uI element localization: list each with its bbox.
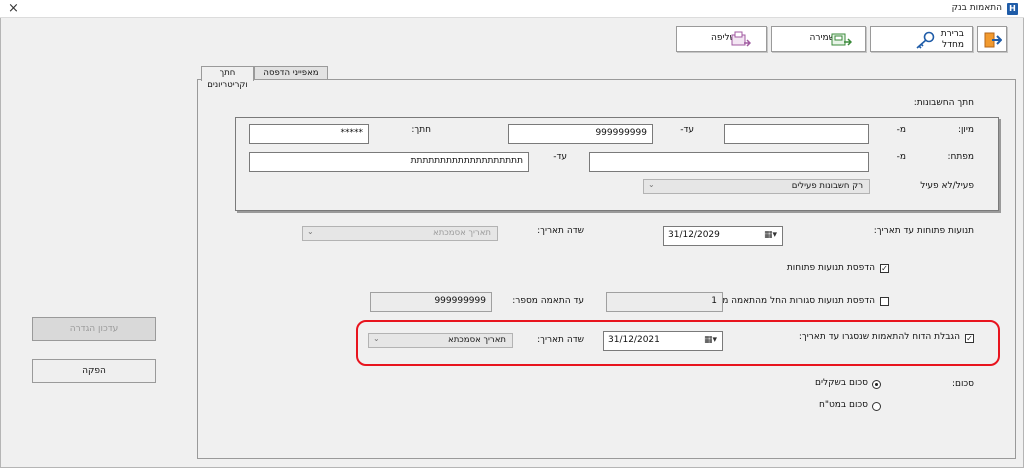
key-icon — [916, 31, 935, 49]
title-bar — [0, 0, 1024, 18]
closed-to-label: עד התאמה מספר: — [512, 296, 584, 306]
from-sort-field[interactable] — [724, 124, 869, 144]
to-key-field[interactable]: תתתתתתתתתתתתתתתתתתת — [249, 152, 529, 172]
exit-door-icon — [984, 32, 1002, 48]
from-key-label: מ- — [896, 152, 906, 162]
to-key-label: עד- — [553, 152, 567, 162]
sum-foreign-label: סכום במט"ח — [818, 400, 868, 410]
update-definition-button[interactable]: עדכון הגדרה — [32, 317, 156, 341]
active-label: פעיל/לא פעיל — [920, 181, 974, 191]
chevron-down-icon: ⌄ — [307, 227, 314, 236]
default-settings-button[interactable]: ברירת מחדל — [870, 26, 973, 52]
from-sort-label: מ- — [896, 125, 906, 135]
section-title: חתך החשבונות: — [913, 98, 974, 108]
produce-button[interactable]: הפקה — [32, 359, 156, 383]
print-open-label: הדפסת תנועות פתוחות — [786, 263, 875, 273]
key-label: מפתח: — [947, 152, 974, 162]
calendar-dropdown-icon[interactable]: ▦▾ — [764, 230, 777, 240]
cut-field[interactable]: ***** — [249, 124, 369, 144]
print-closed-checkbox[interactable] — [880, 297, 889, 306]
close-icon[interactable]: × — [8, 1, 19, 16]
default-label-line2: מחדל — [941, 40, 964, 50]
sum-label: סכום: — [951, 379, 974, 389]
retrieve-button[interactable]: שליפה — [676, 26, 767, 52]
sum-foreign-radio[interactable] — [872, 402, 881, 411]
tab-criteria[interactable]: חתך וקריטריונים — [201, 66, 254, 90]
to-sort-field[interactable]: 999999999 — [508, 124, 653, 144]
closed-to-field[interactable]: 999999999 — [370, 292, 492, 312]
active-select[interactable]: ⌄ רק חשבונות פעילים — [643, 179, 870, 194]
app-icon: H — [1007, 3, 1018, 15]
open-moves-date-field-select: ⌄ תאריך אסמכתא — [302, 226, 498, 241]
open-moves-date[interactable]: 31/12/2029 ▦▾ — [663, 226, 783, 246]
sum-shekels-label: סכום בשקלים — [815, 378, 868, 388]
tab-print-properties[interactable]: מאפייני הדפסה — [254, 66, 328, 80]
open-moves-label: תנועות פתוחות עד תאריך: — [873, 226, 974, 236]
print-closed-label: הדפסת תנועות סגורות החל מהתאמה מספר: — [702, 296, 875, 306]
chevron-down-icon: ⌄ — [648, 180, 655, 189]
retrieve-icon — [731, 31, 751, 47]
cut-label: חתך: — [411, 125, 431, 135]
open-moves-date-field-label: שדה תאריך: — [537, 226, 584, 236]
exit-button[interactable] — [977, 26, 1007, 52]
sort-label: מיון: — [957, 125, 974, 135]
sum-shekels-radio[interactable] — [872, 380, 881, 389]
save-icon — [831, 33, 852, 46]
to-sort-label: עד- — [680, 125, 694, 135]
default-label-line1: ברירת — [940, 29, 964, 39]
from-key-field[interactable] — [589, 152, 869, 172]
print-open-checkbox[interactable]: ✓ — [880, 264, 889, 273]
closed-from-field[interactable]: 1 — [606, 292, 723, 312]
window-title: התאמות בנק — [951, 3, 1002, 13]
save-button[interactable]: שמירה — [771, 26, 866, 52]
highlight-frame — [356, 320, 1000, 366]
